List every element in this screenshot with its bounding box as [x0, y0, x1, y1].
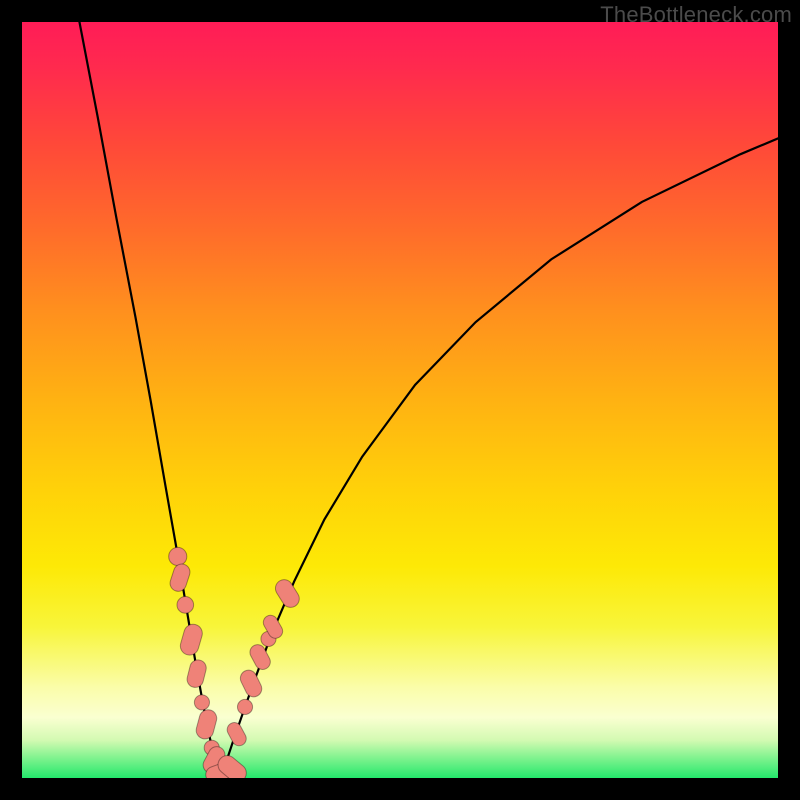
marker-pill [194, 708, 218, 741]
chart-frame: TheBottleneck.com [0, 0, 800, 800]
marker-dot [169, 547, 187, 565]
watermark-text: TheBottleneck.com [600, 2, 792, 28]
series-right-branch [219, 138, 778, 778]
marker-pill [185, 658, 208, 689]
markers-group [168, 547, 303, 778]
marker-pill [168, 562, 192, 594]
marker-pill [272, 576, 302, 610]
marker-pill [238, 667, 265, 699]
marker-dot [177, 597, 194, 614]
marker-dot [237, 699, 252, 714]
marker-pill [225, 720, 249, 748]
marker-pill [178, 622, 204, 657]
marker-dot [194, 695, 209, 710]
plot-area [22, 22, 778, 778]
chart-svg [22, 22, 778, 778]
